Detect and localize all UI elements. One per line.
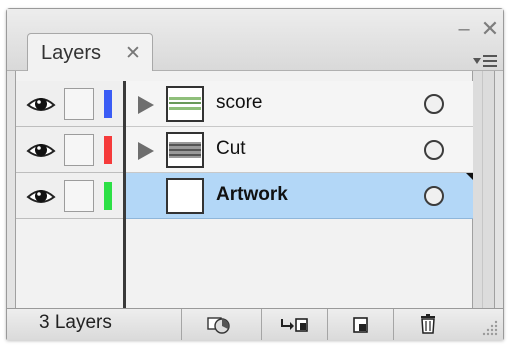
lock-toggle[interactable] — [64, 134, 94, 166]
tab-layers[interactable]: Layers ✕ — [27, 33, 153, 72]
expand-triangle-icon[interactable] — [138, 96, 154, 114]
panel-titlebar: ‒ ✕ Layers ✕ — [7, 9, 503, 72]
make-clipping-mask-icon — [207, 317, 230, 334]
resize-grip-icon[interactable] — [481, 319, 499, 337]
close-button[interactable]: ✕ — [479, 18, 501, 40]
scrollbar[interactable] — [473, 71, 495, 308]
layer-info[interactable]: score — [126, 81, 474, 127]
layer-row[interactable]: score — [16, 81, 474, 127]
layer-color-swatch — [104, 136, 112, 164]
lock-toggle[interactable] — [64, 180, 94, 212]
blank-thumbnail — [166, 178, 204, 214]
cut-thumbnail — [166, 132, 204, 168]
visibility-eye-icon[interactable] — [26, 184, 56, 208]
column-divider — [123, 81, 126, 308]
target-circle-icon[interactable] — [424, 140, 444, 160]
panel-footer: 3 Layers — [7, 308, 503, 340]
visibility-eye-icon[interactable] — [26, 138, 56, 162]
layer-count: 3 Layers — [39, 312, 112, 333]
target-circle-icon[interactable] — [424, 186, 444, 206]
score-thumbnail — [166, 86, 204, 122]
target-circle-icon[interactable] — [424, 94, 444, 114]
layer-color-swatch — [104, 182, 112, 210]
tab-label: Layers — [41, 42, 102, 64]
panel-menu-icon[interactable] — [473, 53, 499, 71]
layer-row[interactable]: Cut — [16, 127, 474, 173]
layer-row[interactable]: Artwork — [16, 173, 474, 219]
layer-controls — [16, 81, 124, 127]
layer-color-swatch — [104, 90, 112, 118]
create-sublayer-icon — [281, 318, 308, 332]
lock-toggle[interactable] — [64, 88, 94, 120]
layers-list: score Cut Artwork — [15, 71, 474, 308]
layer-info[interactable]: Cut — [126, 127, 474, 173]
layer-name: score — [216, 92, 263, 113]
layer-info[interactable]: Artwork — [126, 173, 474, 219]
minimize-button[interactable]: ‒ — [453, 19, 475, 39]
expand-triangle-icon[interactable] — [138, 142, 154, 160]
layer-name: Cut — [216, 138, 246, 159]
delete-layer-button[interactable] — [393, 309, 463, 340]
layers-panel: ‒ ✕ Layers ✕ score Cut Artwork 3 Layers — [6, 8, 504, 340]
make-clipping-mask-button[interactable] — [181, 309, 261, 340]
new-layer-icon — [353, 317, 368, 333]
delete-layer-icon — [421, 314, 435, 334]
create-sublayer-button[interactable] — [261, 309, 327, 340]
visibility-eye-icon[interactable] — [26, 92, 56, 116]
new-layer-button[interactable] — [327, 309, 393, 340]
layer-name: Artwork — [216, 184, 288, 205]
layer-controls — [16, 173, 124, 219]
tab-close-icon[interactable]: ✕ — [125, 42, 141, 65]
layer-controls — [16, 127, 124, 173]
